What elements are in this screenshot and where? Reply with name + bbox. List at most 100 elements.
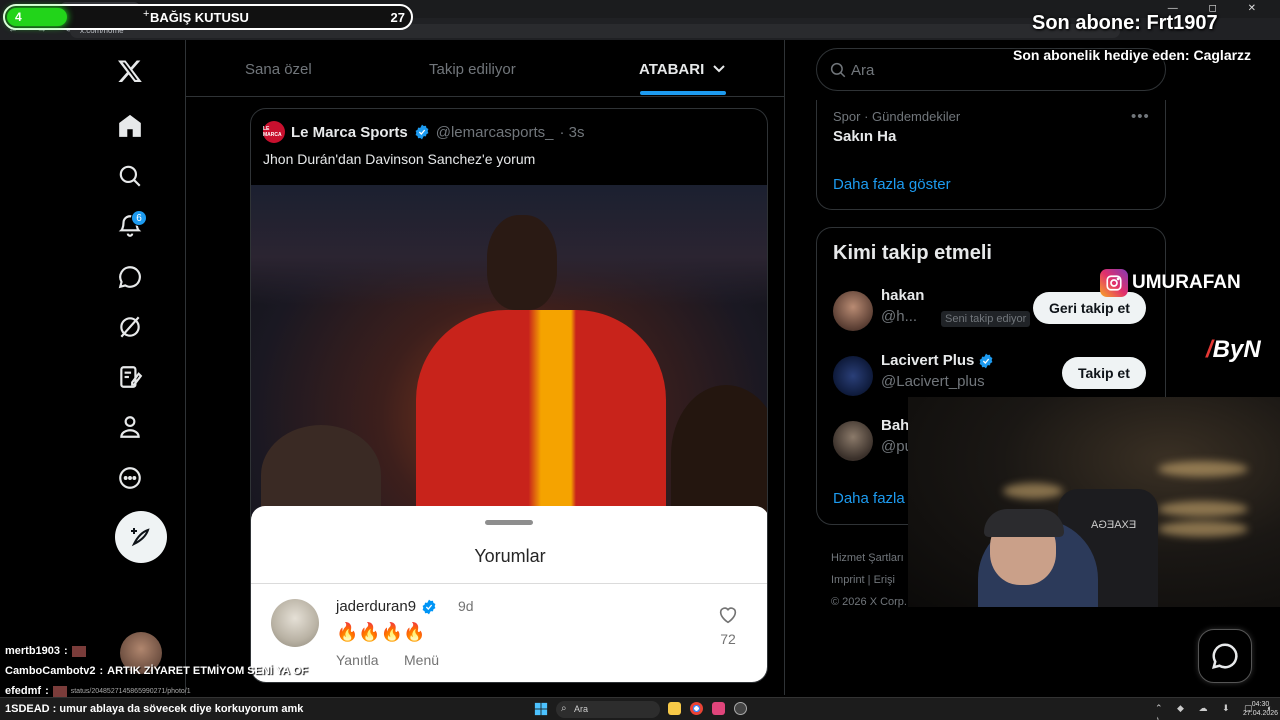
donation-total: 27 bbox=[390, 10, 405, 25]
avatar[interactable] bbox=[833, 356, 873, 396]
instagram-icon bbox=[1100, 269, 1128, 297]
x-logo-icon[interactable] bbox=[115, 56, 145, 86]
tab-atabari[interactable]: ATABARI bbox=[639, 61, 726, 78]
comment-username: jaderduran9 bbox=[336, 598, 417, 615]
sheet-drag-handle[interactable] bbox=[485, 520, 533, 525]
windows-start-icon[interactable] bbox=[534, 702, 548, 716]
more-icon[interactable] bbox=[115, 463, 145, 493]
active-tab-indicator bbox=[640, 91, 726, 95]
footer-imprint-link[interactable]: Imprint | Erişi bbox=[831, 569, 907, 591]
emote-icon bbox=[71, 645, 86, 657]
tweet-photo[interactable] bbox=[251, 185, 767, 525]
account-name-row[interactable]: Lacivert Plus bbox=[881, 352, 994, 369]
show-more-link[interactable]: Daha fazla göster bbox=[833, 176, 951, 193]
emote-icon bbox=[52, 685, 67, 697]
home-icon[interactable] bbox=[115, 111, 145, 141]
verified-badge-icon bbox=[422, 599, 436, 614]
comment-user[interactable]: jaderduran9 bbox=[336, 598, 437, 615]
follow-button[interactable]: Takip et bbox=[1062, 357, 1146, 389]
search-placeholder: Ara bbox=[851, 62, 875, 79]
post-button[interactable] bbox=[115, 511, 167, 563]
chrome-icon[interactable] bbox=[690, 702, 703, 715]
reply-button[interactable]: Yanıtla bbox=[336, 652, 379, 668]
show-more-link[interactable]: Daha fazla bbox=[833, 490, 905, 507]
follow-suggestion[interactable]: Lacivert Plus @Lacivert_plus Takip et bbox=[833, 350, 1153, 400]
sidebar-nav: 6 bbox=[0, 40, 186, 695]
footer-copyright: © 2026 X Corp. bbox=[831, 596, 907, 608]
avatar[interactable] bbox=[833, 291, 873, 331]
heart-icon[interactable] bbox=[717, 604, 739, 626]
chat-colon: : bbox=[49, 703, 60, 715]
instagram-handle: UMURAFAN bbox=[1100, 269, 1241, 297]
comments-title: Yorumlar bbox=[474, 546, 546, 566]
comment-body: 🔥🔥🔥🔥 bbox=[336, 622, 426, 642]
search-icon[interactable] bbox=[115, 161, 145, 191]
footer-links: Hizmet Şartları Imprint | Erişi © 2026 X… bbox=[831, 547, 907, 613]
chat-username: efedmf bbox=[5, 685, 42, 697]
chat-colon: : bbox=[45, 685, 49, 697]
footer-terms-link[interactable]: Hizmet Şartları bbox=[831, 547, 907, 569]
account-handle: @Lacivert_plus bbox=[881, 373, 985, 390]
more-options-icon[interactable]: ••• bbox=[1131, 108, 1150, 125]
file-explorer-icon[interactable] bbox=[668, 702, 681, 715]
trend-topic[interactable]: Sakın Ha bbox=[833, 128, 896, 145]
clock-time: 04:30 bbox=[1251, 701, 1270, 708]
player-jersey bbox=[416, 310, 666, 520]
chat-username: CamboCambotv2 bbox=[5, 665, 96, 677]
search-icon: ⌕ bbox=[561, 703, 567, 714]
last-subscriber: Son abone: Frt1907 bbox=[1032, 12, 1218, 34]
chat-message: efedmf: status/2048527145865990271/photo… bbox=[5, 685, 191, 697]
obs-icon[interactable] bbox=[734, 702, 747, 715]
account-name[interactable]: Bah bbox=[881, 417, 909, 434]
chat-colon: : bbox=[64, 645, 68, 657]
tweet-card[interactable]: LE MARCA Le Marca Sports @lemarcasports_… bbox=[250, 108, 768, 683]
author-handle[interactable]: @lemarcasports_ bbox=[436, 124, 554, 141]
wall-light bbox=[1158, 461, 1248, 477]
donation-count: 4 bbox=[15, 10, 22, 24]
comments-sheet: Yorumlar jaderduran9 9d 🔥🔥🔥🔥 Yanıtla Men… bbox=[251, 506, 767, 682]
wall-light bbox=[1158, 521, 1248, 537]
timeline: Sana özel Takip ediliyor ATABARI LE MARC… bbox=[186, 40, 785, 695]
donation-widget: 4 + BAĞIŞ KUTUSU 27 bbox=[3, 4, 413, 30]
tab-for-you[interactable]: Sana özel bbox=[245, 61, 312, 78]
teammate-right bbox=[671, 385, 767, 525]
avatar[interactable] bbox=[271, 599, 319, 647]
menu-button[interactable]: Menü bbox=[404, 652, 439, 668]
wall-light bbox=[1003, 483, 1063, 499]
chat-username: 1SDEAD bbox=[5, 703, 50, 715]
lists-icon[interactable] bbox=[115, 362, 145, 392]
account-name[interactable]: hakan bbox=[881, 287, 924, 304]
wall-light bbox=[1158, 501, 1248, 517]
trends-panel: Spor · Gündemdekiler Sakın Ha ••• Daha f… bbox=[816, 100, 1166, 210]
messages-icon[interactable] bbox=[115, 262, 145, 292]
taskbar-search[interactable]: ⌕ Ara bbox=[556, 701, 660, 718]
chat-message: CamboCambotv2: ARTIK ZİYARET ETMİYOM SEN… bbox=[5, 665, 308, 677]
tab-atabari-label: ATABARI bbox=[639, 61, 705, 78]
donation-label: BAĞIŞ KUTUSU bbox=[150, 10, 249, 25]
chat-message: mertb1903: bbox=[5, 645, 86, 657]
app-icon[interactable] bbox=[712, 702, 725, 715]
system-clock[interactable]: 04:30 27.04.2026 bbox=[1243, 700, 1278, 718]
tweet-time: · 3s bbox=[559, 123, 585, 141]
taskbar: 1SDEAD : umur ablaya da sövecek diye kor… bbox=[0, 697, 1280, 720]
avatar[interactable] bbox=[833, 421, 873, 461]
last-gifter: Son abonelik hediye eden: Caglarzz bbox=[1013, 47, 1252, 63]
chat-text: umur ablaya da sövecek diye korkuyorum a… bbox=[59, 703, 304, 715]
author-logo[interactable]: LE MARCA bbox=[263, 121, 285, 143]
messages-fab[interactable] bbox=[1198, 629, 1252, 683]
like-count: 72 bbox=[720, 631, 736, 647]
author-name[interactable]: Le Marca Sports bbox=[291, 124, 408, 141]
account-name: Lacivert Plus bbox=[881, 352, 975, 369]
who-to-follow-title: Kimi takip etmeli bbox=[833, 242, 992, 264]
chat-link[interactable]: status/2048527145865990271/photo/1 bbox=[71, 688, 191, 695]
tab-following[interactable]: Takip ediliyor bbox=[429, 61, 516, 78]
streamer-headset bbox=[984, 509, 1064, 537]
feed-tabs: Sana özel Takip ediliyor ATABARI bbox=[186, 40, 785, 97]
grok-icon[interactable] bbox=[115, 312, 145, 342]
taskbar-search-placeholder: Ara bbox=[574, 704, 589, 714]
sponsor-logo-text: ByN bbox=[1212, 336, 1261, 363]
webcam-overlay: EXAEGA bbox=[908, 397, 1280, 607]
profile-icon[interactable] bbox=[115, 412, 145, 442]
instagram-username: UMURAFAN bbox=[1132, 272, 1241, 293]
chat-username: mertb1903 bbox=[5, 645, 61, 657]
